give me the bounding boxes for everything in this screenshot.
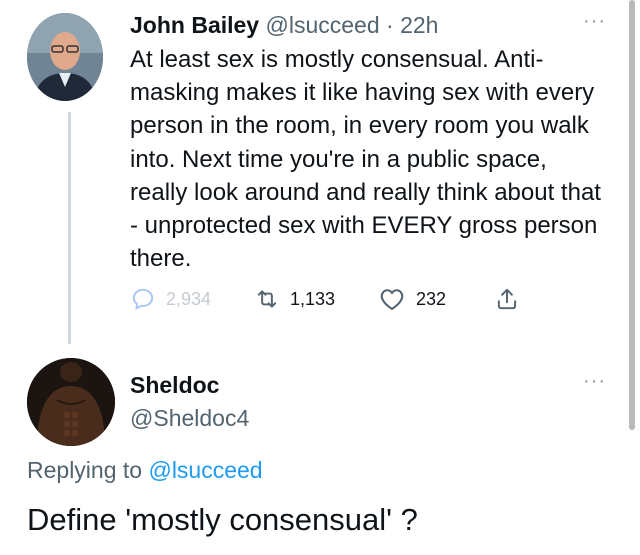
reply-count: 2,934: [166, 288, 212, 309]
tweet2-author-handle[interactable]: @Sheldoc4: [130, 403, 249, 433]
replying-to-line: Replying to @lsucceed: [27, 455, 263, 485]
reply-icon: [132, 288, 154, 310]
sheldoc-avatar[interactable]: [27, 358, 115, 446]
like-button[interactable]: 232: [378, 284, 446, 314]
scrollbar[interactable]: [629, 0, 635, 430]
tweet1-separator: ·: [386, 12, 394, 38]
tweet1-text: At least sex is mostly consensual. Anti-…: [130, 46, 601, 273]
john-bailey-avatar[interactable]: [27, 13, 103, 101]
tweet1-more-icon[interactable]: ···: [583, 10, 606, 33]
tweet2-author-name[interactable]: Sheldoc: [130, 370, 219, 400]
like-count: 232: [416, 288, 447, 309]
tweet1-header: John Bailey @lsucceed · 22h: [130, 10, 438, 40]
tweet2-more-icon[interactable]: ···: [583, 370, 606, 393]
share-button[interactable]: [494, 284, 520, 314]
thread-line: [68, 112, 71, 344]
tweet1-author-name[interactable]: John Bailey: [130, 12, 259, 38]
replying-to-mention-link[interactable]: @lsucceed: [148, 457, 262, 483]
tweet1-timestamp[interactable]: 22h: [400, 12, 438, 38]
tweet1-action-bar: 2,934 1,133 232: [130, 284, 550, 314]
tweet2-text: Define 'mostly consensual' ?: [27, 502, 418, 537]
retweet-count: 1,133: [290, 288, 336, 309]
reply-button[interactable]: 2,934: [130, 284, 211, 314]
tweet1-author-handle[interactable]: @lsucceed: [266, 12, 380, 38]
heart-icon: [380, 289, 404, 310]
retweet-button[interactable]: 1,133: [254, 284, 335, 314]
retweet-icon: [257, 290, 277, 308]
profile-photo-icon: [27, 358, 115, 446]
replying-to-label: Replying to: [27, 457, 143, 483]
share-icon: [497, 288, 517, 310]
profile-photo-icon: [27, 13, 103, 101]
